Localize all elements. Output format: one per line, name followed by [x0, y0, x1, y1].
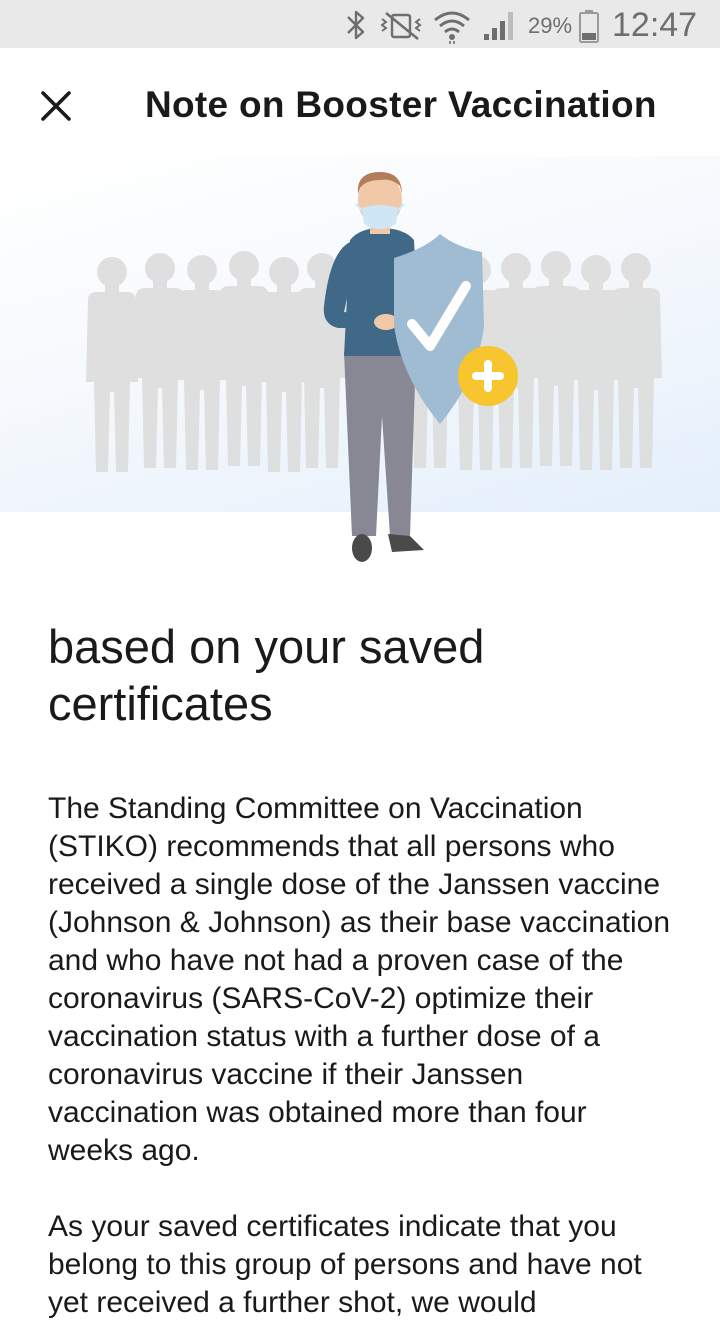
close-button[interactable] [28, 78, 84, 134]
main-content: based on your saved certificates The Sta… [48, 618, 678, 1322]
status-bar: 29% 12:47 [0, 0, 720, 48]
section-subtitle: based on your saved certificates [48, 620, 485, 730]
person-with-shield-illustration [86, 172, 662, 562]
vibrate-off-icon [380, 11, 422, 41]
cellular-signal-icon [484, 12, 513, 40]
page-title: Note on Booster Vaccination [145, 84, 657, 125]
close-icon [41, 91, 71, 121]
plus-badge-icon [458, 346, 518, 406]
battery-icon [579, 10, 599, 43]
app-toolbar: Note on Booster Vaccination [0, 48, 720, 156]
body-paragraph-1: The Standing Committee on Vaccination (S… [48, 792, 671, 1167]
wifi-icon [434, 11, 470, 44]
clock: 12:47 [612, 6, 698, 44]
hero-illustration [0, 156, 720, 566]
battery-percentage: 29% [528, 13, 573, 38]
bluetooth-icon [347, 10, 365, 40]
body-paragraph-2: As your saved certificates indicate that… [48, 1210, 642, 1319]
